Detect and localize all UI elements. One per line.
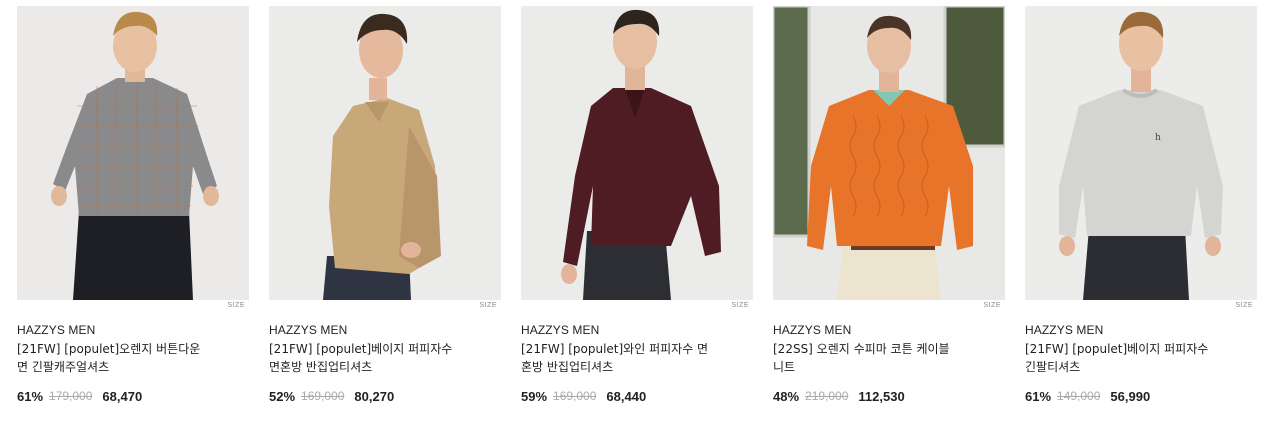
product-name-line: 면혼방 반집업티셔츠 (269, 360, 373, 374)
product-name-line: [22SS] 오렌지 수피마 코튼 케이블 (773, 342, 950, 356)
product-name-line: 면 긴팔캐주얼셔츠 (17, 360, 110, 374)
discount-rate: 48% (773, 388, 800, 404)
product-name[interactable]: [21FW] [populet]와인 퍼피자수 면 혼방 반집업티셔츠 (521, 340, 736, 376)
discount-rate: 61% (1025, 388, 1052, 404)
price-row: 61% 179,000 68,470 (17, 388, 142, 404)
original-price: 169,000 (301, 389, 345, 403)
product-name[interactable]: [22SS] 오렌지 수피마 코튼 케이블 니트 (773, 340, 988, 376)
sale-price: 56,990 (1110, 388, 1151, 404)
price-row: 61% 149,000 56,990 (1025, 388, 1150, 404)
brand-name[interactable]: HAZZYS MEN (773, 323, 851, 337)
brand-name[interactable]: HAZZYS MEN (269, 323, 347, 337)
brand-name[interactable]: HAZZYS MEN (17, 323, 95, 337)
brand-name[interactable]: HAZZYS MEN (1025, 323, 1103, 337)
discount-rate: 59% (521, 388, 548, 404)
original-price: 219,000 (805, 389, 849, 403)
product-image[interactable]: h (1025, 6, 1257, 300)
product-name-line: 니트 (773, 360, 796, 374)
product-name[interactable]: [21FW] [populet]베이지 퍼피자수 면혼방 반집업티셔츠 (269, 340, 484, 376)
original-price: 149,000 (1057, 389, 1101, 403)
size-tag[interactable]: SIZE (269, 302, 497, 309)
size-tag[interactable]: SIZE (521, 302, 749, 309)
product-name[interactable]: [21FW] [populet]오렌지 버튼다운 면 긴팔캐주얼셔츠 (17, 340, 232, 376)
discount-rate: 61% (17, 388, 44, 404)
size-tag[interactable]: SIZE (773, 302, 1001, 309)
sale-price: 112,530 (858, 388, 905, 404)
product-name-line: [21FW] [populet]와인 퍼피자수 면 (521, 342, 709, 356)
product-name[interactable]: [21FW] [populet]베이지 퍼피자수 긴팔티셔츠 (1025, 340, 1240, 376)
product-name-line: 긴팔티셔츠 (1025, 360, 1081, 374)
original-price: 179,000 (49, 389, 93, 403)
product-card[interactable]: h SIZE HAZZYS MEN [21FW] [populet]베이지 퍼피… (1025, 6, 1257, 416)
product-image[interactable] (521, 6, 753, 300)
sale-price: 68,440 (606, 388, 647, 404)
sale-price: 68,470 (102, 388, 143, 404)
product-name-line: [21FW] [populet]베이지 퍼피자수 (1025, 342, 1209, 356)
size-tag[interactable]: SIZE (17, 302, 245, 309)
product-card[interactable]: SIZE HAZZYS MEN [22SS] 오렌지 수피마 코튼 케이블 니트… (773, 6, 1005, 416)
svg-text:h: h (1155, 133, 1161, 143)
price-row: 59% 169,000 68,440 (521, 388, 646, 404)
price-row: 52% 169,000 80,270 (269, 388, 394, 404)
product-name-line: [21FW] [populet]오렌지 버튼다운 (17, 342, 201, 356)
product-card[interactable]: SIZE HAZZYS MEN [21FW] [populet]베이지 퍼피자수… (269, 6, 501, 416)
discount-rate: 52% (269, 388, 296, 404)
sale-price: 80,270 (354, 388, 395, 404)
product-name-line: [21FW] [populet]베이지 퍼피자수 (269, 342, 453, 356)
brand-name[interactable]: HAZZYS MEN (521, 323, 599, 337)
product-card[interactable]: SIZE HAZZYS MEN [21FW] [populet]오렌지 버튼다운… (17, 6, 249, 416)
product-image[interactable] (17, 6, 249, 300)
product-image[interactable] (773, 6, 1005, 300)
product-name-line: 혼방 반집업티셔츠 (521, 360, 614, 374)
product-card[interactable]: SIZE HAZZYS MEN [21FW] [populet]와인 퍼피자수 … (521, 6, 753, 416)
price-row: 48% 219,000 112,530 (773, 388, 905, 404)
size-tag[interactable]: SIZE (1025, 302, 1253, 309)
original-price: 169,000 (553, 389, 597, 403)
product-image[interactable] (269, 6, 501, 300)
product-grid: SIZE HAZZYS MEN [21FW] [populet]오렌지 버튼다운… (0, 0, 1267, 430)
